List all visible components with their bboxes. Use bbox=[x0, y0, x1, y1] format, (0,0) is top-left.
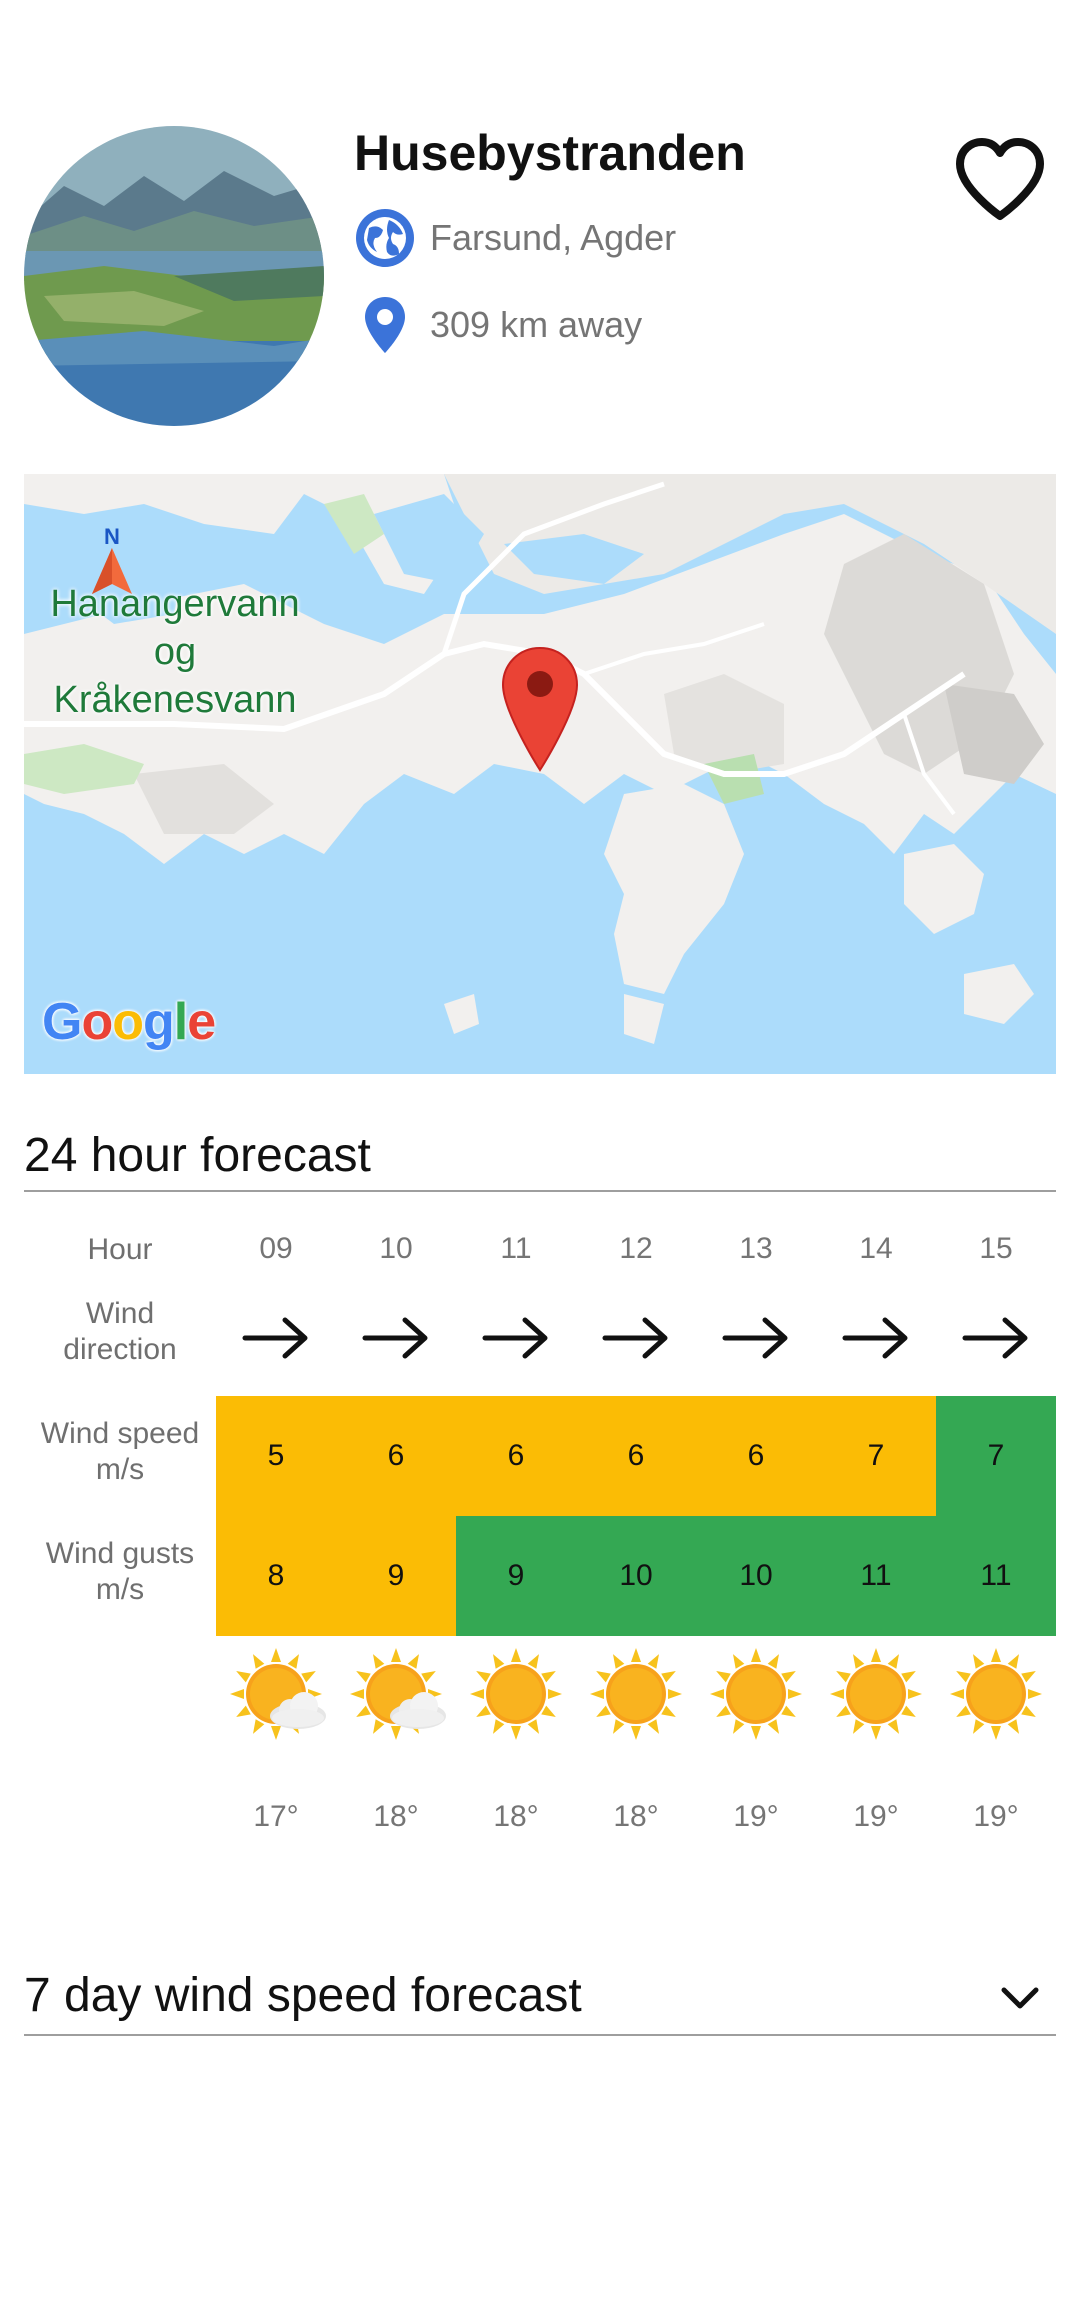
row-label-line: m/s bbox=[95, 1453, 145, 1486]
favorite-heart-button[interactable] bbox=[952, 136, 1048, 224]
sun-icon bbox=[456, 1644, 576, 1744]
row-label-wind-gusts: Wind gusts m/s bbox=[24, 1536, 216, 1608]
row-label-line: Wind speed bbox=[40, 1417, 200, 1450]
location-pin-icon bbox=[354, 294, 416, 356]
wind-speed-cell: 5 bbox=[216, 1396, 336, 1516]
north-label: N bbox=[104, 524, 120, 549]
row-label-line: Wind bbox=[85, 1297, 155, 1330]
wind-gusts-cell: 11 bbox=[816, 1516, 936, 1636]
map-place-line: Hanangervann bbox=[50, 583, 300, 625]
wind-speed-cell: 6 bbox=[576, 1396, 696, 1516]
map-pin-marker-icon[interactable] bbox=[500, 646, 580, 772]
google-letter: e bbox=[187, 993, 216, 1051]
wind-speed-cell: 7 bbox=[936, 1396, 1056, 1516]
row-label-hour: Hour bbox=[87, 1233, 153, 1266]
map-place-line: og bbox=[153, 631, 197, 673]
expand-chevron-down-icon[interactable] bbox=[996, 1978, 1044, 2018]
google-letter: o bbox=[81, 993, 113, 1051]
hour-cell: 09 bbox=[259, 1232, 293, 1265]
wind-speed-cell: 7 bbox=[816, 1396, 936, 1516]
google-letter: G bbox=[42, 993, 82, 1051]
temperature-cell: 18° bbox=[493, 1800, 539, 1833]
forecast-7day-title[interactable]: 7 day wind speed forecast bbox=[24, 1968, 582, 2023]
temperature-cell: 17° bbox=[253, 1800, 299, 1833]
temperature-cell: 18° bbox=[373, 1800, 419, 1833]
temperature-cell: 18° bbox=[613, 1800, 659, 1833]
row-label-wind-speed: Wind speed m/s bbox=[24, 1416, 216, 1488]
hour-cell: 11 bbox=[500, 1232, 532, 1265]
wind-speed-cell: 6 bbox=[336, 1396, 456, 1516]
arrow-right-icon bbox=[216, 1308, 336, 1368]
forecast-24h-divider bbox=[24, 1190, 1056, 1192]
wind-gusts-cell: 8 bbox=[216, 1516, 336, 1636]
wind-speed-cell: 6 bbox=[456, 1396, 576, 1516]
temperature-cell: 19° bbox=[973, 1800, 1019, 1833]
spot-map[interactable]: Hanangervann og Kråkenesvann N Google bbox=[24, 474, 1056, 1074]
google-letter: g bbox=[142, 993, 175, 1051]
row-label-line: Wind gusts bbox=[45, 1537, 195, 1570]
wind-gusts-cell: 9 bbox=[456, 1516, 576, 1636]
temperature-cell: 19° bbox=[733, 1800, 779, 1833]
sun-icon bbox=[816, 1644, 936, 1744]
wind-speed-cell: 6 bbox=[696, 1396, 816, 1516]
location-text: Farsund, Agder bbox=[430, 217, 677, 258]
globe-icon bbox=[354, 207, 416, 269]
hour-cell: 14 bbox=[859, 1232, 893, 1265]
hour-cell: 15 bbox=[979, 1232, 1013, 1265]
sun-icon bbox=[696, 1644, 816, 1744]
google-letter: o bbox=[112, 993, 144, 1051]
spot-photo bbox=[24, 126, 324, 426]
row-label-line: direction bbox=[63, 1333, 177, 1366]
wind-gusts-cell: 11 bbox=[936, 1516, 1056, 1636]
arrow-right-icon bbox=[816, 1308, 936, 1368]
google-logo: Google bbox=[42, 992, 216, 1052]
location-row: Farsund, Agder bbox=[354, 207, 676, 269]
sun-icon bbox=[576, 1644, 696, 1744]
distance-row: 309 km away bbox=[354, 294, 642, 356]
map-terrain bbox=[24, 474, 1056, 1074]
forecast-7day-divider bbox=[24, 2034, 1056, 2036]
forecast-24h-title: 24 hour forecast bbox=[24, 1129, 371, 1182]
arrow-right-icon bbox=[576, 1308, 696, 1368]
row-label-line: m/s bbox=[95, 1573, 145, 1606]
temperature-cell: 19° bbox=[853, 1800, 899, 1833]
google-letter: l bbox=[173, 993, 188, 1051]
arrow-right-icon bbox=[696, 1308, 816, 1368]
map-place-line: Kråkenesvann bbox=[53, 679, 297, 721]
heart-icon bbox=[956, 138, 1044, 220]
sun-icon bbox=[936, 1644, 1056, 1744]
partly-cloudy-icon bbox=[216, 1644, 336, 1744]
spot-title: Husebystranden bbox=[354, 125, 746, 181]
hour-cell: 10 bbox=[379, 1232, 413, 1265]
north-indicator-icon: N bbox=[86, 522, 138, 598]
map-place-label: Hanangervann og Kråkenesvann bbox=[30, 580, 320, 724]
wind-gusts-cell: 9 bbox=[336, 1516, 456, 1636]
partly-cloudy-icon bbox=[336, 1644, 456, 1744]
arrow-right-icon bbox=[336, 1308, 456, 1368]
hour-cell: 12 bbox=[619, 1232, 653, 1265]
distance-text: 309 km away bbox=[430, 304, 643, 345]
arrow-right-icon bbox=[936, 1308, 1056, 1368]
wind-gusts-cell: 10 bbox=[576, 1516, 696, 1636]
hour-cell: 13 bbox=[739, 1232, 773, 1265]
row-label-wind-direction: Wind direction bbox=[24, 1296, 216, 1368]
wind-gusts-cell: 10 bbox=[696, 1516, 816, 1636]
arrow-right-icon bbox=[456, 1308, 576, 1368]
